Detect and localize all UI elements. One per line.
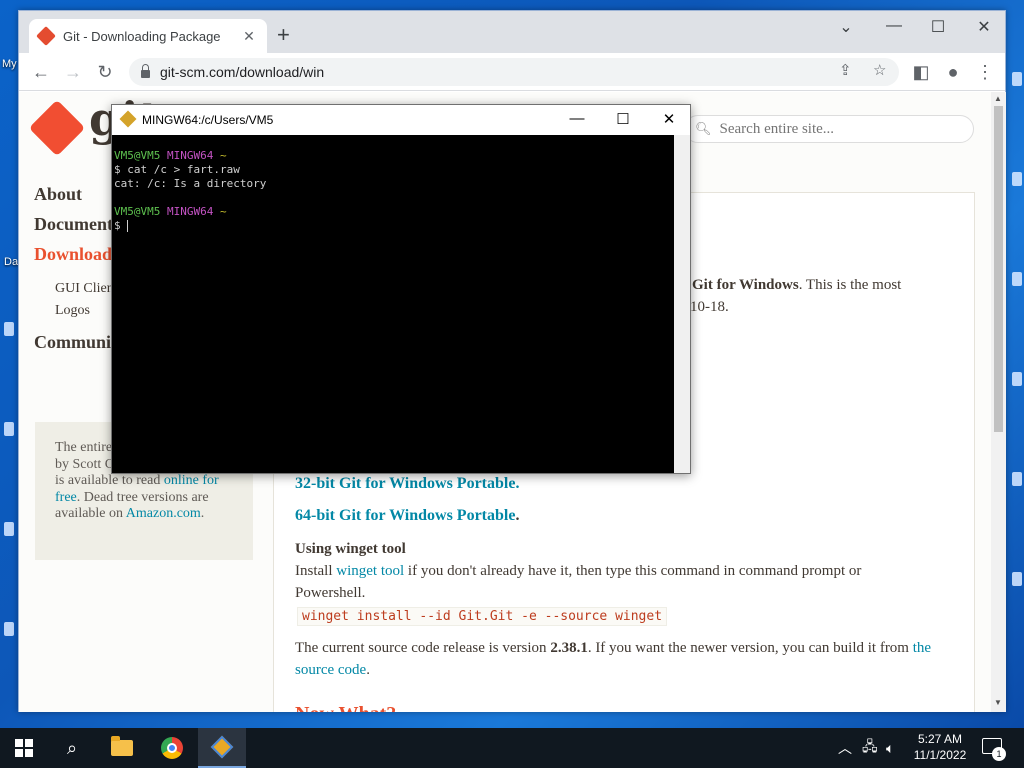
lock-icon[interactable] — [141, 64, 150, 78]
page-scrollbar[interactable]: ▲ ▼ — [991, 92, 1006, 712]
desktop-icon[interactable] — [1012, 572, 1022, 586]
text-cursor — [127, 220, 129, 232]
portable-32-link[interactable]: 32-bit Git for Windows Portable. — [295, 475, 519, 493]
git-logo-icon[interactable] — [28, 99, 86, 157]
terminal-command: $ cat /c > fart.raw — [114, 163, 240, 176]
minimize-button[interactable]: — — [562, 110, 592, 127]
desktop-icon[interactable] — [4, 622, 14, 636]
close-button[interactable]: ✕ — [654, 110, 684, 128]
desktop-icon[interactable] — [1012, 272, 1022, 286]
terminal-title: MINGW64:/c/Users/VM5 — [142, 113, 274, 127]
close-button[interactable]: ✕ — [969, 17, 999, 37]
star-icon[interactable]: ☆ — [873, 61, 886, 79]
new-tab-button[interactable]: + — [277, 23, 290, 47]
chrome-button[interactable] — [148, 728, 196, 768]
intro-text-line2: 10-18. — [690, 299, 729, 315]
subnav-logos[interactable]: Logos — [55, 303, 90, 319]
git-bash-icon — [119, 110, 137, 128]
git-favicon-icon — [36, 26, 56, 46]
maximize-button[interactable]: ☐ — [608, 110, 638, 128]
desktop-icon[interactable] — [4, 322, 14, 336]
side-panel-icon[interactable]: ◧ — [909, 61, 933, 83]
address-bar[interactable]: git-scm.com/download/win ⇪ ☆ — [129, 58, 899, 86]
url-text[interactable]: git-scm.com/download/win — [160, 64, 324, 80]
winget-heading: Using winget tool — [295, 541, 406, 557]
desktop-icon[interactable] — [1012, 372, 1022, 386]
terminal-title-bar[interactable]: MINGW64:/c/Users/VM5 — ☐ ✕ — [112, 105, 690, 135]
tab-title: Git - Downloading Package — [63, 28, 221, 44]
minimize-button[interactable]: — — [879, 17, 909, 35]
taskbar: ⌕ ︿ 🖧︎ 🔈︎ 5:27 AM 11/1/2022 1 — [0, 728, 1024, 768]
show-hidden-icons-icon[interactable]: ︿ — [838, 728, 852, 768]
tab-search-icon[interactable]: ⌄ — [831, 17, 861, 37]
terminal-scrollbar[interactable] — [674, 135, 690, 473]
browser-tab[interactable]: Git - Downloading Package ✕ — [29, 19, 267, 53]
winget-command: winget install --id Git.Git -e --source … — [297, 607, 668, 626]
file-explorer-icon — [111, 736, 133, 756]
site-search-input[interactable] — [719, 120, 960, 138]
desktop-icon[interactable] — [4, 522, 14, 536]
scroll-down-icon[interactable]: ▼ — [994, 698, 1002, 707]
desktop-icon-label[interactable]: My — [2, 58, 17, 70]
source-paragraph: The current source code release is versi… — [295, 640, 932, 656]
search-icon: 🔍︎ — [695, 121, 712, 136]
share-icon[interactable]: ⇪ — [839, 61, 852, 79]
now-what-heading: Now What? — [295, 703, 396, 712]
volume-icon[interactable]: 🔈︎ — [886, 728, 894, 768]
browser-toolbar: ← → ↻ git-scm.com/download/win ⇪ ☆ ◧ ● ⋮ — [19, 53, 1005, 91]
source-code-link[interactable]: source code — [295, 662, 366, 678]
winget-paragraph: Install winget tool if you don't already… — [295, 563, 862, 579]
desktop-icon[interactable] — [1012, 472, 1022, 486]
clock-date: 11/1/2022 — [913, 748, 967, 762]
git-bash-button[interactable] — [198, 728, 246, 768]
source-paragraph-line2: source code. — [295, 662, 370, 678]
desktop-icon[interactable] — [1012, 72, 1022, 86]
desktop-icon-label[interactable]: Da — [4, 256, 18, 268]
profile-icon[interactable]: ● — [941, 61, 965, 83]
notification-badge: 1 — [992, 747, 1006, 761]
search-icon[interactable]: ⌕ — [48, 728, 96, 768]
start-button[interactable] — [0, 728, 48, 768]
desktop-icon[interactable] — [1012, 172, 1022, 186]
forward-arrow-icon[interactable]: → — [61, 61, 85, 83]
clock-time: 5:27 AM — [917, 732, 963, 746]
tab-close-icon[interactable]: ✕ — [241, 28, 257, 45]
nav-downloads[interactable]: Downloads — [34, 244, 119, 265]
intro-text: Git for Windows. This is the most — [692, 277, 902, 293]
back-arrow-icon[interactable]: ← — [29, 61, 53, 83]
terminal-window[interactable]: MINGW64:/c/Users/VM5 — ☐ ✕ VM5@VM5 MINGW… — [111, 104, 691, 474]
amazon-link[interactable]: Amazon.com — [126, 506, 201, 521]
scroll-thumb[interactable] — [994, 106, 1003, 432]
winget-paragraph-line2: Powershell. — [295, 585, 366, 601]
chrome-icon — [161, 737, 183, 759]
git-bash-icon — [210, 735, 234, 759]
terminal-error: cat: /c: Is a directory — [114, 177, 267, 190]
portable-64-link[interactable]: 64-bit Git for Windows Portable. — [295, 507, 519, 525]
site-search[interactable]: 🔍︎ — [684, 115, 974, 143]
kebab-menu-icon[interactable]: ⋮ — [973, 61, 997, 83]
terminal-output[interactable]: VM5@VM5 MINGW64 ~ $ cat /c > fart.raw ca… — [112, 135, 674, 473]
maximize-button[interactable]: ☐ — [923, 17, 953, 37]
reload-icon[interactable]: ↻ — [93, 61, 117, 83]
winget-tool-link[interactable]: winget tool — [336, 563, 404, 579]
tab-strip: Git - Downloading Package ✕ + ⌄ — ☐ ✕ — [19, 11, 1005, 53]
scroll-up-icon[interactable]: ▲ — [994, 94, 1002, 103]
network-icon[interactable]: 🖧︎ — [862, 728, 878, 768]
desktop-icon[interactable] — [4, 422, 14, 436]
system-clock[interactable]: 5:27 AM 11/1/2022 — [905, 731, 975, 763]
source-link[interactable]: the — [913, 640, 931, 656]
windows-start-icon — [15, 739, 33, 757]
file-explorer-button[interactable] — [98, 728, 146, 768]
nav-about[interactable]: About — [34, 184, 82, 205]
